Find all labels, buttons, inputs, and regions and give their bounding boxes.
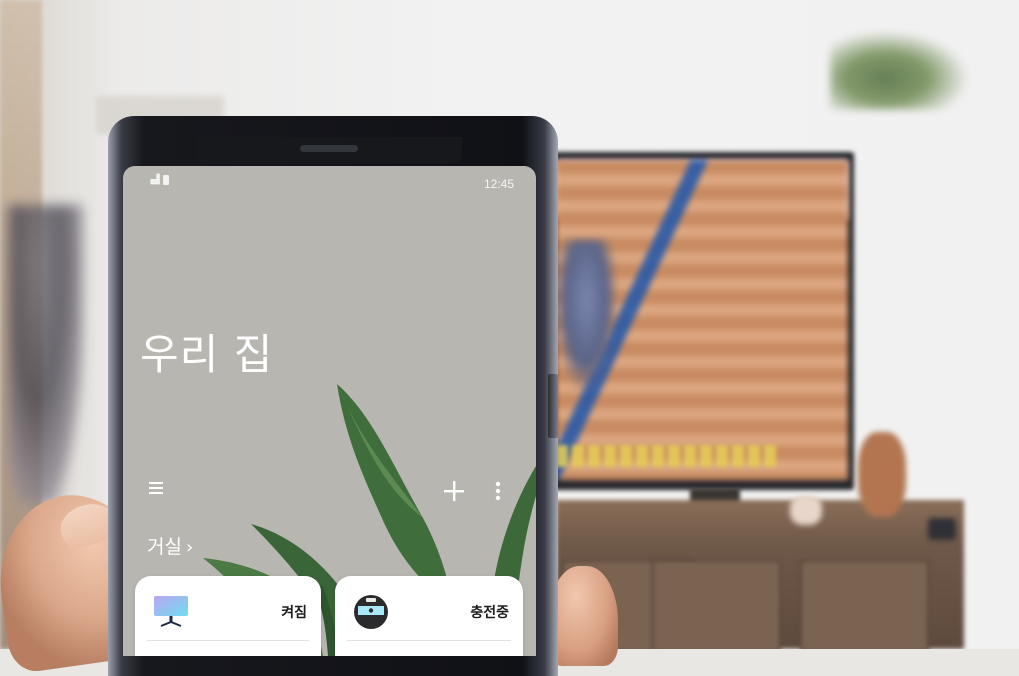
- phone-side-button: [548, 374, 558, 438]
- tv-subtitle-bar: [556, 445, 776, 467]
- status-bar: ▗▟ 12:45: [123, 166, 536, 198]
- more-vertical-icon[interactable]: [491, 478, 505, 504]
- card-divider: [347, 640, 511, 641]
- small-figurine: [790, 495, 822, 525]
- earpiece-speaker: [300, 145, 358, 152]
- hanging-plant: [830, 30, 970, 110]
- card-divider: [147, 640, 309, 641]
- phone-screen: ▗▟ 12:45 우리 집 거실 › 켜짐 충전중: [123, 166, 536, 656]
- stick-vacuum: [8, 205, 83, 505]
- room-name: 거실: [147, 536, 182, 558]
- device-status: 충전중: [470, 605, 509, 621]
- plus-icon[interactable]: [441, 478, 467, 504]
- deer-figurine: [858, 432, 906, 517]
- device-status: 켜짐: [281, 605, 307, 621]
- robot-vacuum-icon: [354, 595, 388, 629]
- room-selector-living-room[interactable]: 거실 ›: [147, 532, 193, 559]
- cabinet-door: [800, 560, 929, 649]
- device-card-tv[interactable]: 켜짐: [135, 576, 321, 656]
- tv-icon: [154, 596, 188, 627]
- hamburger-menu-icon[interactable]: [147, 478, 167, 498]
- device-card-robot-vacuum[interactable]: 충전중: [335, 576, 523, 656]
- tv-screen-person: [556, 240, 616, 390]
- chevron-right-icon: ›: [185, 537, 194, 558]
- signal-icon: ▗▟: [147, 175, 160, 185]
- speaker-device: [928, 518, 956, 540]
- cabinet-door: [652, 560, 781, 649]
- status-time: 12:45: [483, 177, 514, 191]
- hand-finger: [548, 566, 618, 666]
- battery-icon: [163, 175, 169, 185]
- home-title: 우리 집: [140, 330, 274, 379]
